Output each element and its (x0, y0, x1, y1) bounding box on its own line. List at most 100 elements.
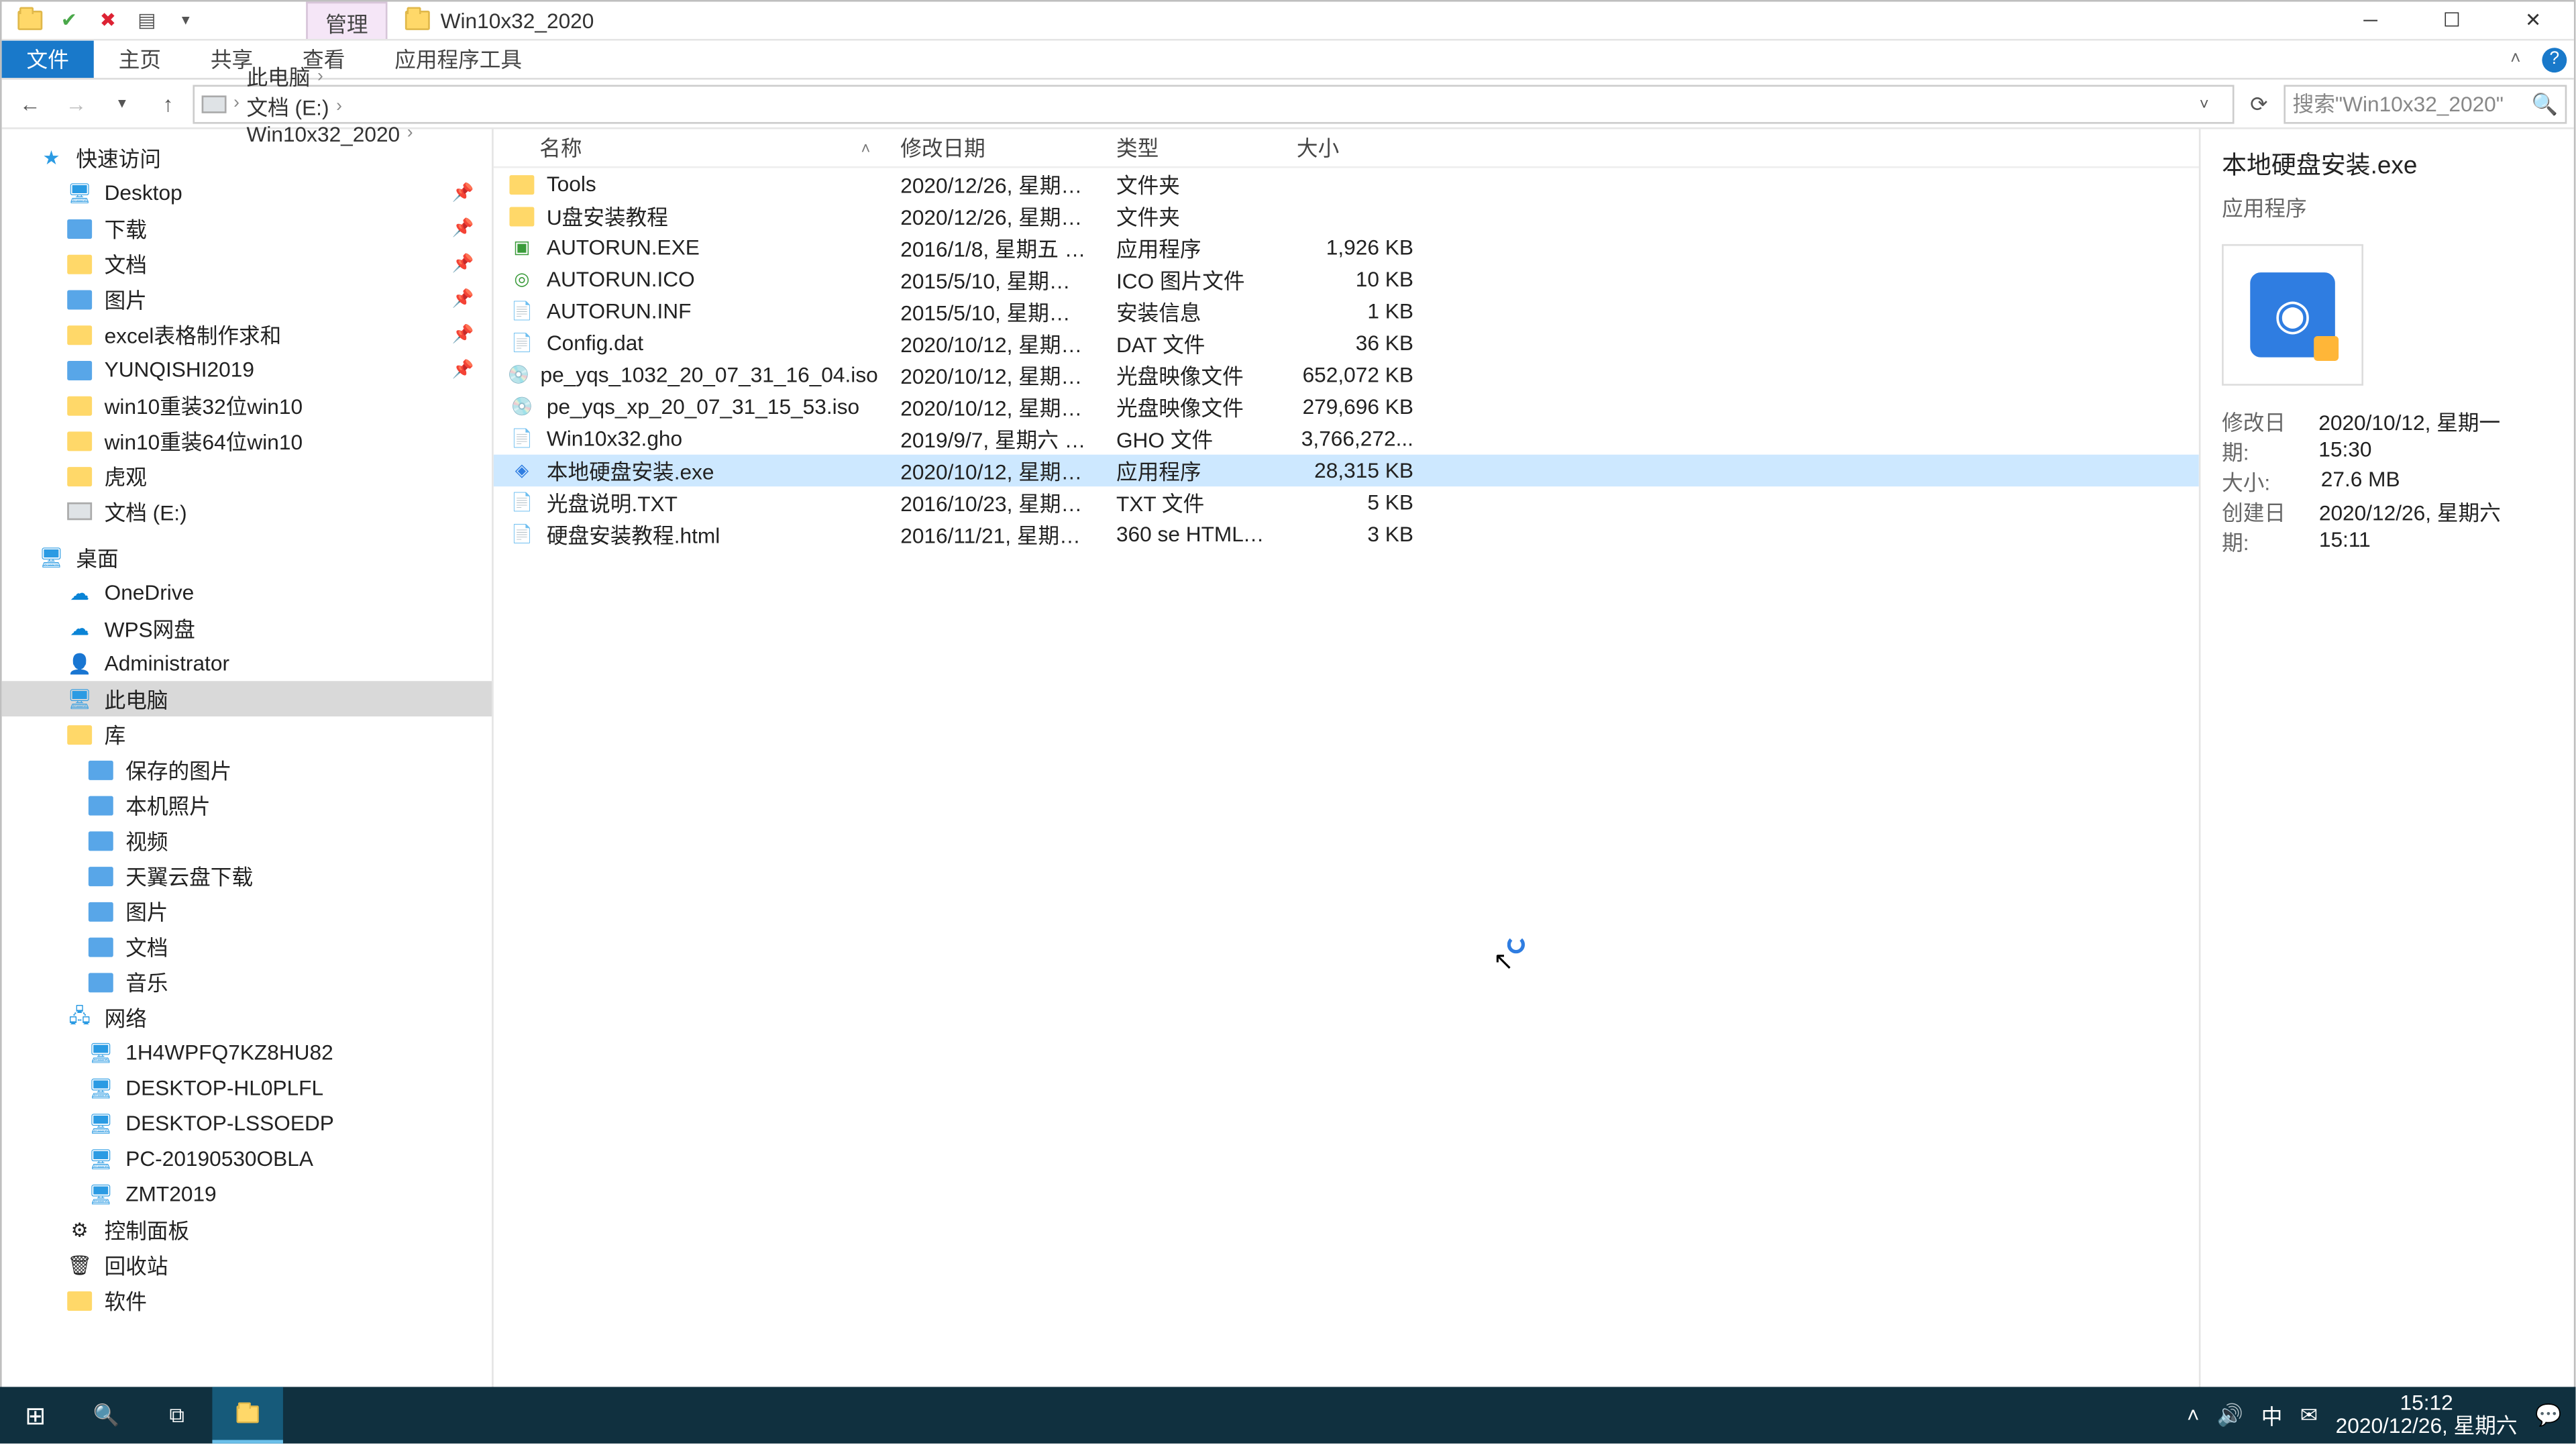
nav-qa-item[interactable]: 文档 (E:) (2, 494, 492, 529)
ribbon-collapse-icon[interactable]: ˄ (2496, 41, 2535, 78)
file-row[interactable]: 📄Config.dat2020/10/12, 星期一 1...DAT 文件36 … (494, 327, 2199, 359)
nav-desktop-item[interactable]: ☁WPS网盘 (2, 610, 492, 646)
file-name: AUTORUN.ICO (547, 267, 695, 292)
network-pc-icon: 🖥 (87, 1144, 115, 1173)
file-row[interactable]: U盘安装教程2020/12/26, 星期六 1...文件夹 (494, 200, 2199, 231)
tray-chevron-icon[interactable]: ˄ (2187, 1403, 2200, 1428)
search-icon[interactable]: 🔍 (2532, 91, 2558, 116)
column-name[interactable]: 名称˄ (494, 129, 886, 166)
tray-ime-indicator[interactable]: 中 (2261, 1400, 2283, 1430)
nav-qa-item[interactable]: 文档📌 (2, 246, 492, 282)
nav-qa-item[interactable]: YUNQISHI2019📌 (2, 352, 492, 388)
column-size[interactable]: 大小 (1283, 129, 1428, 166)
breadcrumb-segment[interactable]: 此电脑› (246, 61, 413, 91)
nav-desktop-item[interactable]: 👤Administrator (2, 646, 492, 682)
details-value: 2020/12/26, 星期六 15:11 (2319, 497, 2553, 557)
nav-back-button[interactable]: ← (9, 83, 51, 125)
details-row: 大小:27.6 MB (2222, 467, 2553, 497)
column-date[interactable]: 修改日期 (886, 129, 1102, 166)
nav-qa-item[interactable]: 🖥Desktop📌 (2, 175, 492, 211)
nav-qa-item[interactable]: 图片📌 (2, 281, 492, 317)
nav-lib-item[interactable]: 音乐 (2, 964, 492, 1000)
file-row[interactable]: ▣AUTORUN.EXE2016/1/8, 星期五 04:...应用程序1,92… (494, 231, 2199, 263)
refresh-button[interactable]: ⟳ (2238, 91, 2280, 116)
nav-qa-item[interactable]: win10重装32位win10 (2, 388, 492, 423)
close-button[interactable]: ✕ (2493, 1, 2574, 40)
nav-item-label: 虎观 (105, 461, 147, 491)
file-row[interactable]: ◎AUTORUN.ICO2015/5/10, 星期日 02...ICO 图片文件… (494, 264, 2199, 295)
nav-network[interactable]: 🖧网络 (2, 1000, 492, 1035)
nav-forward-button[interactable]: → (55, 83, 97, 125)
file-row[interactable]: 💿pe_yqs_xp_20_07_31_15_53.iso2020/10/12,… (494, 391, 2199, 423)
file-name: 光盘说明.TXT (547, 487, 678, 517)
nav-this-pc[interactable]: 🖥此电脑 (2, 681, 492, 716)
breadcrumb-segment[interactable]: 文档 (E:)› (246, 91, 413, 121)
file-name: 本地硬盘安装.exe (547, 455, 714, 486)
details-row: 修改日期:2020/10/12, 星期一 15:30 (2222, 407, 2553, 468)
nav-net-item[interactable]: 🖥1H4WPFQ7KZ8HU82 (2, 1035, 492, 1071)
qat-save-icon[interactable]: ▤ (133, 6, 161, 34)
recycle-icon: 🗑 (66, 1250, 94, 1279)
nav-lib-item[interactable]: 视频 (2, 822, 492, 858)
nav-qa-item[interactable]: 下载📌 (2, 211, 492, 246)
start-button[interactable]: ⊞ (0, 1387, 70, 1443)
nav-net-item[interactable]: 🖥PC-20190530OBLA (2, 1141, 492, 1177)
qat-dropdown-icon[interactable]: ▾ (172, 6, 200, 34)
file-rows[interactable]: Tools2020/12/26, 星期六 1...文件夹U盘安装教程2020/1… (494, 168, 2199, 1403)
nav-software[interactable]: 软件 (2, 1283, 492, 1318)
help-button[interactable]: ? (2535, 41, 2574, 78)
taskbar-clock[interactable]: 15:12 2020/12/26, 星期六 (2336, 1392, 2518, 1438)
nav-qa-item[interactable]: win10重装64位win10 (2, 423, 492, 458)
tray-message-icon[interactable]: ✉ (2300, 1403, 2318, 1428)
file-row[interactable]: ◈本地硬盘安装.exe2020/10/12, 星期一 1...应用程序28,31… (494, 455, 2199, 486)
maximize-button[interactable]: ☐ (2411, 1, 2492, 40)
nav-qa-item[interactable]: excel表格制作求和📌 (2, 317, 492, 352)
taskbar-search-button[interactable]: 🔍 (70, 1387, 141, 1443)
file-row[interactable]: Tools2020/12/26, 星期六 1...文件夹 (494, 168, 2199, 200)
folder-icon (87, 861, 115, 890)
context-tab-manage[interactable]: 管理 (306, 2, 387, 39)
qat-close-icon[interactable]: ✖ (94, 6, 122, 34)
column-type[interactable]: 类型 (1102, 129, 1283, 166)
taskbar-explorer[interactable] (212, 1387, 282, 1443)
tab-home[interactable]: 主页 (94, 41, 186, 78)
address-bar[interactable]: › 此电脑›文档 (E:)›Win10x32_2020› ˅ (193, 84, 2234, 123)
file-row[interactable]: 💿pe_yqs_1032_20_07_31_16_04.iso2020/10/1… (494, 359, 2199, 390)
file-row[interactable]: 📄AUTORUN.INF2015/5/10, 星期日 02...安装信息1 KB (494, 295, 2199, 327)
taskbar: ⊞ 🔍 ⧉ ˄ 🔊 中 ✉ 15:12 2020/12/26, 星期六 💬 (0, 1387, 2575, 1443)
action-center-icon[interactable]: 💬 (2535, 1403, 2561, 1428)
task-view-button[interactable]: ⧉ (142, 1387, 212, 1443)
nav-recycle[interactable]: 🗑回收站 (2, 1247, 492, 1283)
network-pc-icon: 🖥 (87, 1109, 115, 1137)
nav-net-item[interactable]: 🖥DESKTOP-LSSOEDP (2, 1106, 492, 1141)
qat-check-icon[interactable]: ✔ (55, 6, 83, 34)
file-row[interactable]: 📄硬盘安装教程.html2016/11/21, 星期一 2...360 se H… (494, 519, 2199, 550)
nav-lib-item[interactable]: 本机照片 (2, 787, 492, 822)
nav-lib-item[interactable]: 保存的图片 (2, 752, 492, 788)
nav-libraries[interactable]: 库 (2, 716, 492, 752)
nav-net-item[interactable]: 🖥ZMT2019 (2, 1177, 492, 1212)
search-box[interactable]: 搜索"Win10x32_2020" 🔍 (2284, 84, 2567, 123)
details-subtitle: 应用程序 (2222, 193, 2553, 223)
tray-volume-icon[interactable]: 🔊 (2217, 1403, 2243, 1428)
nav-net-item[interactable]: 🖥DESKTOP-HL0PLFL (2, 1070, 492, 1106)
breadcrumb-sep-root[interactable]: › (233, 94, 239, 113)
minimize-button[interactable]: ─ (2330, 1, 2411, 40)
nav-desktop[interactable]: 🖥桌面 (2, 539, 492, 575)
nav-up-button[interactable]: ↑ (147, 83, 189, 125)
file-date: 2016/11/21, 星期一 2... (886, 519, 1102, 549)
address-dropdown-icon[interactable]: ˅ (2183, 95, 2225, 112)
file-row[interactable]: 📄光盘说明.TXT2016/10/23, 星期日 0...TXT 文件5 KB (494, 486, 2199, 518)
nav-control-panel[interactable]: ⚙控制面板 (2, 1212, 492, 1247)
nav-lib-item[interactable]: 图片 (2, 894, 492, 929)
nav-desktop-item[interactable]: ☁OneDrive (2, 575, 492, 610)
file-row[interactable]: 📄Win10x32.gho2019/9/7, 星期六 19:...GHO 文件3… (494, 423, 2199, 454)
navigation-pane[interactable]: ★快速访问🖥Desktop📌下载📌文档📌图片📌excel表格制作求和📌YUNQI… (2, 129, 494, 1403)
folder-icon (87, 791, 115, 819)
nav-history-dropdown[interactable]: ▾ (101, 83, 143, 125)
nav-lib-item[interactable]: 文档 (2, 928, 492, 964)
tab-file[interactable]: 文件 (2, 41, 94, 78)
nav-quick-access[interactable]: ★快速访问 (2, 140, 492, 175)
nav-qa-item[interactable]: 虎观 (2, 458, 492, 494)
nav-lib-item[interactable]: 天翼云盘下载 (2, 858, 492, 894)
